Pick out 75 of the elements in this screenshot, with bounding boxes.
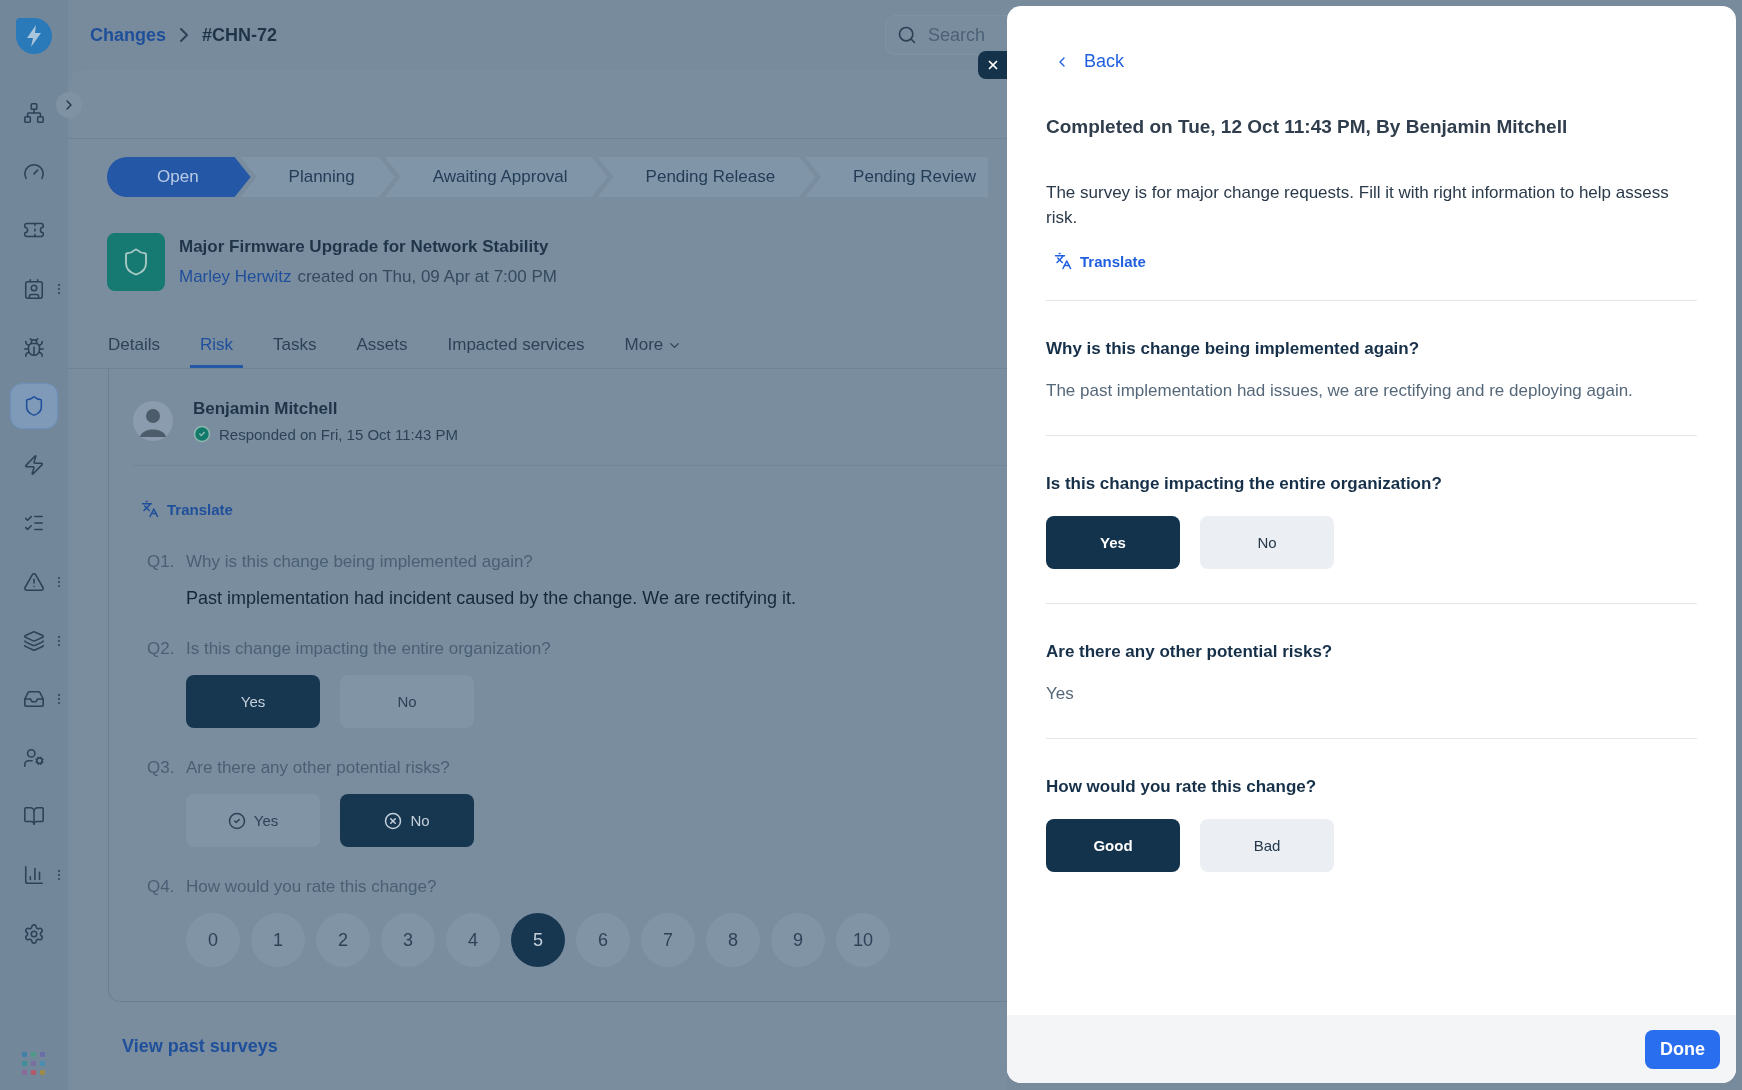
rating-button[interactable]: 4 <box>446 913 500 967</box>
warning-icon <box>23 571 45 594</box>
avatar <box>133 401 173 441</box>
sidebar-item[interactable] <box>10 383 58 430</box>
option-button[interactable]: Good <box>1046 819 1180 872</box>
option-button[interactable]: Bad <box>1200 819 1334 872</box>
breadcrumb-link[interactable]: Changes <box>90 24 167 46</box>
author-link[interactable]: Marley Herwitz <box>179 267 292 287</box>
tab[interactable]: Risk <box>189 335 244 368</box>
option-button[interactable]: No <box>340 675 474 728</box>
tab[interactable]: Impacted services <box>437 335 595 368</box>
option-button[interactable]: Yes <box>186 794 320 847</box>
translate-icon <box>1054 252 1072 270</box>
translate-icon <box>141 500 159 518</box>
settings-icon <box>23 922 45 945</box>
close-icon <box>986 58 1000 72</box>
rating-button[interactable]: 5 <box>511 913 565 967</box>
rating-button[interactable]: 6 <box>576 913 630 967</box>
shield-icon <box>23 395 45 418</box>
question-text: How would you rate this change? <box>1046 777 1318 797</box>
rating-button[interactable]: 3 <box>381 913 435 967</box>
survey-description: The survey is for major change requests. Fill it with right information to help assess risk. <box>1046 182 1670 229</box>
record-title: Major Firmware Upgrade for Network Stability <box>179 237 550 257</box>
rating-button[interactable]: 10 <box>836 913 890 967</box>
bug-icon <box>23 336 45 359</box>
stage-step[interactable]: Planning <box>240 157 395 197</box>
rating-button[interactable]: 9 <box>771 913 825 967</box>
layers-icon <box>23 629 45 652</box>
user-gear-icon <box>23 746 45 769</box>
network-icon <box>23 102 45 125</box>
rating-button[interactable]: 2 <box>316 913 370 967</box>
rating-button[interactable]: 0 <box>186 913 240 967</box>
translate-link[interactable]: Translate <box>133 500 241 518</box>
tab[interactable]: More <box>614 335 693 368</box>
breadcrumb-current: #CHN-72 <box>202 24 278 46</box>
option-button[interactable]: Yes <box>186 675 320 728</box>
contact-card-icon <box>23 278 45 301</box>
option-button[interactable]: Yes <box>1046 516 1180 569</box>
response-status: Responded on Fri, 15 Oct 11:43 PM <box>219 425 459 443</box>
question-text: Are there any other potential risks? <box>1046 642 1334 662</box>
rating-button[interactable]: 7 <box>641 913 695 967</box>
option-button[interactable]: No <box>1200 516 1334 569</box>
rating-button[interactable]: 8 <box>706 913 760 967</box>
answer-text: Past implementation had incident caused by the change. We are rectifying it. <box>186 588 797 609</box>
tab[interactable]: Details <box>98 335 170 368</box>
lightning-logo-icon[interactable] <box>14 16 54 56</box>
book-icon <box>23 805 45 828</box>
question-text: Is this change impacting the entire organization? <box>1046 474 1443 494</box>
answer-text: Yes <box>1046 684 1075 704</box>
back-link[interactable]: Back <box>1046 51 1125 72</box>
stage-step[interactable]: Awaiting Approval <box>384 157 608 197</box>
translate-link[interactable]: Translate <box>1046 252 1154 270</box>
survey-heading: Completed on Tue, 12 Oct 11:43 PM, By Benjamin Mitchell <box>1046 116 1569 138</box>
check-circle-icon <box>227 811 246 830</box>
check-circle-icon <box>193 425 211 443</box>
created-text: created on Thu, 09 Apr at 7:00 PM <box>297 267 557 287</box>
chevron-right-icon <box>180 28 189 42</box>
tab[interactable]: Assets <box>346 335 418 368</box>
expand-button[interactable] <box>56 92 82 118</box>
bar-chart-icon <box>23 864 45 886</box>
stage-step[interactable]: Pending Release <box>597 157 816 197</box>
x-circle-icon <box>384 811 403 830</box>
answer-text: The past implementation had issues, we are rectifying and re deploying again. <box>1046 381 1634 401</box>
close-button[interactable] <box>978 51 1008 79</box>
respondent-name: Benjamin Mitchell <box>193 399 339 419</box>
done-button[interactable]: Done <box>1645 1029 1720 1069</box>
tab[interactable]: Tasks <box>263 335 327 368</box>
option-button[interactable]: No <box>340 794 474 847</box>
stage-step[interactable]: Open <box>107 157 251 197</box>
rating-button[interactable]: 1 <box>251 913 305 967</box>
stage-step[interactable]: Pending Review <box>805 157 988 197</box>
past-surveys-link[interactable]: View past surveys <box>68 1002 278 1057</box>
question-text: Why is this change being implemented again? <box>1046 339 1421 359</box>
bolt-icon <box>23 453 45 476</box>
apps-grid-icon[interactable] <box>21 1051 47 1077</box>
